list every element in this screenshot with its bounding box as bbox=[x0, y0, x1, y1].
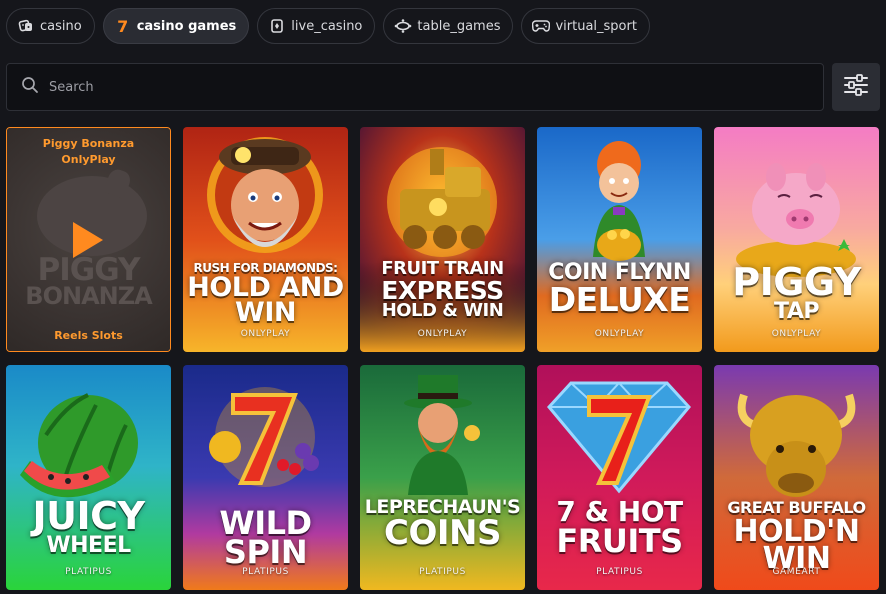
game-provider: OnlyPlay bbox=[61, 153, 116, 166]
game-title: LEPRECHAUN'S COINS bbox=[364, 496, 521, 554]
game-art-title: PIGGY BONANZA bbox=[25, 252, 152, 311]
tab-casino[interactable]: casino bbox=[6, 8, 95, 44]
game-category: Reels Slots bbox=[54, 329, 123, 342]
category-tabs: casino 7 casino games live_casino table_… bbox=[6, 8, 650, 46]
game-title: 7 & HOT FRUITS bbox=[556, 495, 683, 560]
tab-casino-games[interactable]: 7 casino games bbox=[102, 8, 250, 44]
game-card-7-hot-fruits[interactable]: 7 & HOT FRUITS PLATIPUS bbox=[537, 365, 702, 590]
tab-virtual-sport[interactable]: virtual_sport bbox=[521, 8, 650, 44]
game-provider: ONLYPLAY bbox=[594, 329, 645, 339]
search-bar bbox=[6, 63, 824, 111]
game-title: FRUIT TRAIN EXPRESS HOLD & WIN bbox=[381, 258, 504, 321]
tab-virtual-sport-label: virtual_sport bbox=[555, 18, 637, 34]
play-icon[interactable] bbox=[73, 222, 103, 258]
game-provider: PLATIPUS bbox=[596, 567, 643, 577]
table-icon bbox=[394, 17, 412, 35]
filter-button[interactable] bbox=[832, 63, 880, 111]
search-icon bbox=[21, 76, 39, 98]
game-title: RUSH FOR DIAMONDS: HOLD AND WIN bbox=[187, 261, 344, 328]
game-provider: PLATIPUS bbox=[419, 567, 466, 577]
game-card-leprechauns-coins[interactable]: LEPRECHAUN'S COINS PLATIPUS bbox=[360, 365, 525, 590]
game-provider: ONLYPLAY bbox=[240, 329, 291, 339]
tab-casino-games-label: casino games bbox=[136, 18, 237, 34]
game-title: PIGGY TAP bbox=[732, 260, 861, 324]
game-name: Piggy Bonanza bbox=[42, 137, 135, 150]
game-card-piggy-bonanza[interactable]: PIGGY BONANZA Piggy Bonanza OnlyPlay Ree… bbox=[6, 127, 171, 352]
game-title: JUICY WHEEL bbox=[32, 494, 145, 558]
sliders-icon bbox=[843, 73, 869, 101]
game-card-great-buffalo[interactable]: GREAT BUFFALO HOLD'N WIN GAMEART bbox=[714, 365, 879, 590]
game-title: GREAT BUFFALO HOLD'N WIN bbox=[727, 498, 866, 577]
tab-table-games[interactable]: table_games bbox=[383, 8, 514, 44]
game-title: COIN FLYNN DELUXE bbox=[548, 260, 691, 320]
game-card-rush-for-diamonds[interactable]: RUSH FOR DIAMONDS: HOLD AND WIN ONLYPLAY bbox=[183, 127, 348, 352]
dice-icon bbox=[17, 17, 35, 35]
tab-casino-label: casino bbox=[40, 18, 82, 34]
game-card-coin-flynn-deluxe[interactable]: COIN FLYNN DELUXE ONLYPLAY bbox=[537, 127, 702, 352]
tab-table-games-label: table_games bbox=[417, 18, 501, 34]
tab-live-casino-label: live_casino bbox=[291, 18, 363, 34]
game-provider: PLATIPUS bbox=[242, 567, 289, 577]
gamepad-icon bbox=[532, 17, 551, 35]
game-provider: ONLYPLAY bbox=[417, 329, 468, 339]
game-card-wild-spin[interactable]: WILD SPIN PLATIPUS bbox=[183, 365, 348, 590]
seven-icon: 7 bbox=[117, 16, 129, 36]
game-provider: GAMEART bbox=[772, 567, 821, 577]
game-provider: PLATIPUS bbox=[65, 567, 112, 577]
search-input[interactable] bbox=[47, 78, 823, 96]
games-grid: PIGGY BONANZA Piggy Bonanza OnlyPlay Ree… bbox=[6, 127, 879, 590]
playing-card-icon bbox=[268, 17, 286, 35]
game-title: WILD SPIN bbox=[219, 504, 312, 572]
game-provider: ONLYPLAY bbox=[771, 329, 822, 339]
game-card-fruit-train-express[interactable]: FRUIT TRAIN EXPRESS HOLD & WIN ONLYPLAY bbox=[360, 127, 525, 352]
game-card-juicy-wheel[interactable]: JUICY WHEEL PLATIPUS bbox=[6, 365, 171, 590]
game-card-piggy-tap[interactable]: PIGGY TAP ONLYPLAY bbox=[714, 127, 879, 352]
tab-live-casino[interactable]: live_casino bbox=[257, 8, 376, 44]
game-art bbox=[360, 365, 525, 590]
